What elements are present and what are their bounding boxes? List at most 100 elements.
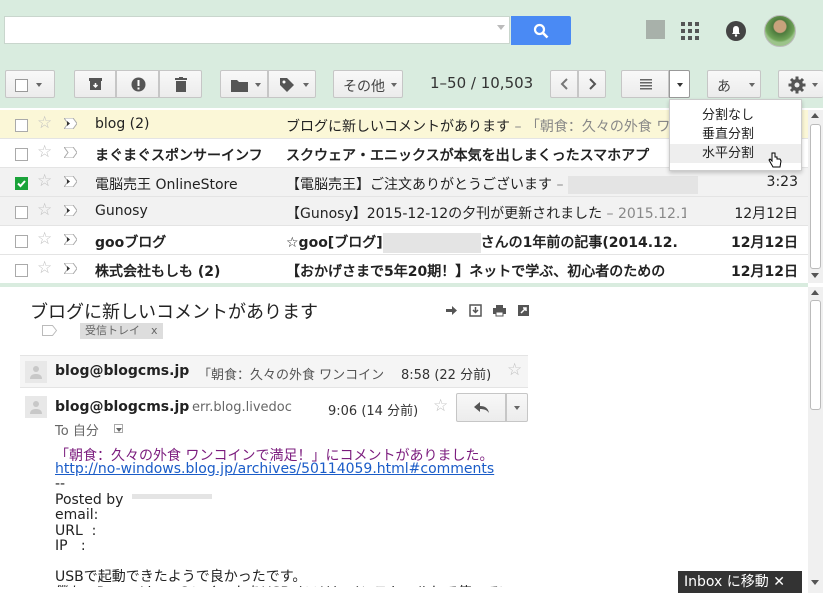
- star-icon[interactable]: ☆: [507, 360, 522, 380]
- row-checkbox[interactable]: [15, 264, 28, 277]
- download-icon[interactable]: [469, 304, 482, 317]
- table-row[interactable]: ☆ 株式会社もしも (2) 【おかげさまで5年20期！】ネットで学ぶ、初心者のた…: [0, 255, 808, 284]
- search-button[interactable]: [511, 16, 571, 45]
- row-date: 3:23: [766, 174, 798, 190]
- labels-button[interactable]: [268, 70, 316, 98]
- star-icon[interactable]: ☆: [37, 142, 52, 162]
- row-snippet: –: [552, 177, 568, 193]
- trash-icon: [175, 77, 187, 92]
- search-options-caret-icon[interactable]: [497, 25, 505, 30]
- expanded-time: 9:06 (14 分前): [328, 404, 419, 419]
- open-new-window-icon[interactable]: [517, 304, 530, 317]
- importance-marker-icon[interactable]: [64, 118, 77, 129]
- move-to-button[interactable]: [220, 70, 268, 98]
- importance-marker-icon[interactable]: [64, 263, 77, 274]
- row-checkbox[interactable]: [15, 235, 28, 248]
- chevron-down-icon: [514, 406, 520, 410]
- row-checkbox[interactable]: [15, 177, 28, 190]
- chevron-down-icon: [116, 428, 122, 432]
- star-icon[interactable]: ☆: [37, 258, 52, 278]
- show-details-toggle[interactable]: [114, 424, 123, 433]
- older-page-button[interactable]: [578, 70, 606, 98]
- table-row[interactable]: ☆ 電脳売王 OnlineStore 【電脳売王】ご注文ありがとうございます –…: [0, 168, 808, 197]
- menu-item-vertical-split[interactable]: 垂直分割: [670, 125, 801, 144]
- apps-grid-icon[interactable]: [681, 22, 699, 40]
- user-avatar[interactable]: [764, 15, 796, 47]
- move-to-inbox-banner[interactable]: Inbox に移動 ✕: [678, 571, 802, 593]
- scroll-down-icon[interactable]: [811, 580, 819, 585]
- select-all-button[interactable]: [5, 70, 55, 98]
- scroll-up-icon[interactable]: [811, 290, 819, 295]
- collapsed-time: 8:58 (22 分前): [401, 368, 492, 383]
- reply-button[interactable]: [456, 393, 506, 422]
- row-snippet: – 2015.12.1: [602, 206, 686, 222]
- spam-alert-icon: [131, 77, 146, 92]
- reply-more-button[interactable]: [506, 393, 528, 422]
- star-icon[interactable]: ☆: [37, 229, 52, 249]
- star-icon[interactable]: ☆: [37, 200, 52, 220]
- chevron-down-icon: [36, 83, 42, 87]
- chevron-down-icon: [391, 83, 397, 87]
- inbox-label-chip[interactable]: 受信トレイ x: [80, 323, 163, 339]
- row-sender: 株式会社もしも (2): [95, 264, 221, 280]
- row-sender: gooブログ: [95, 235, 167, 251]
- select-all-checkbox[interactable]: [15, 79, 28, 92]
- row-checkbox[interactable]: [15, 119, 28, 132]
- label-outline-icon: [42, 325, 57, 336]
- scroll-up-icon[interactable]: [811, 113, 819, 118]
- notifications-bell-icon[interactable]: [726, 21, 746, 41]
- hand-cursor-icon: [768, 152, 782, 168]
- row-sender: Gunosy: [95, 203, 148, 219]
- print-icon[interactable]: [493, 304, 506, 317]
- row-checkbox[interactable]: [15, 206, 28, 219]
- scroll-down-icon[interactable]: [811, 273, 819, 278]
- pane-divider[interactable]: [0, 283, 808, 287]
- pagination-count: 1–50 / 10,503: [430, 74, 534, 92]
- menu-item-no-split[interactable]: 分割なし: [670, 106, 801, 125]
- importance-marker-icon[interactable]: [64, 147, 77, 158]
- row-sender: 電脳売王 OnlineStore: [95, 177, 238, 193]
- more-actions-label: その他: [343, 79, 385, 95]
- reading-pane-scroll-thumb[interactable]: [810, 300, 821, 410]
- more-actions-button[interactable]: その他: [333, 70, 403, 98]
- row-subject: ☆goo[ブログ] さんの1年前の記事(2014.12.: [286, 233, 678, 253]
- delete-button[interactable]: [159, 70, 202, 98]
- star-icon[interactable]: ☆: [433, 396, 448, 416]
- split-pane-dropdown-button[interactable]: [669, 70, 690, 98]
- row-subject: 【電脳売王】ご注文ありがとうございます –: [286, 174, 706, 194]
- row-date: 12月12日: [734, 206, 798, 222]
- settings-button[interactable]: [778, 70, 823, 98]
- archive-button[interactable]: [74, 70, 116, 98]
- row-subject: ブログに新しいコメントがあります – 「朝食：久々の外食 ワ: [286, 119, 671, 135]
- input-tools-label: あ: [717, 79, 731, 95]
- sender-avatar: [25, 361, 47, 383]
- row-subject: 【Gunosy】2015-12-12の夕刊が更新されました – 2015.12.…: [286, 203, 686, 223]
- importance-marker-icon[interactable]: [64, 234, 77, 245]
- archive-icon: [89, 78, 102, 90]
- star-icon[interactable]: ☆: [37, 171, 52, 191]
- importance-marker-icon[interactable]: [64, 176, 77, 187]
- newer-page-button[interactable]: [550, 70, 578, 98]
- account-switcher-square[interactable]: [646, 20, 665, 39]
- row-date: 12月12日: [731, 235, 798, 251]
- collapsed-message[interactable]: blog@blogcms.jp 「朝食：久々の外食 ワンコイン 8:58 (22…: [20, 355, 528, 388]
- chevron-left-icon: [560, 78, 568, 90]
- comments-link[interactable]: http://no-windows.blog.jp/archives/50114…: [55, 461, 494, 477]
- row-sender: まぐまぐスポンサーインフ: [95, 148, 263, 164]
- search-input[interactable]: [4, 16, 510, 44]
- split-pane-menu: 分割なし 垂直分割 水平分割: [669, 99, 802, 171]
- importance-marker-icon[interactable]: [64, 205, 77, 216]
- mail-list-scroll-thumb[interactable]: [810, 124, 821, 269]
- row-date: 12月12日: [731, 264, 798, 280]
- split-pane-toggle-button[interactable]: [621, 70, 669, 98]
- report-spam-button[interactable]: [116, 70, 159, 98]
- chevron-down-icon: [812, 83, 818, 87]
- redacted-area: [132, 494, 212, 499]
- table-row[interactable]: ☆ gooブログ ☆goo[ブログ] さんの1年前の記事(2014.12. 12月…: [0, 226, 808, 255]
- input-tools-button[interactable]: あ: [707, 70, 761, 98]
- table-row[interactable]: ☆ Gunosy 【Gunosy】2015-12-12の夕刊が更新されました –…: [0, 197, 808, 226]
- redacted-area: [382, 233, 481, 253]
- star-icon[interactable]: ☆: [37, 113, 52, 133]
- forward-arrow-icon[interactable]: [445, 304, 458, 317]
- row-checkbox[interactable]: [15, 148, 28, 161]
